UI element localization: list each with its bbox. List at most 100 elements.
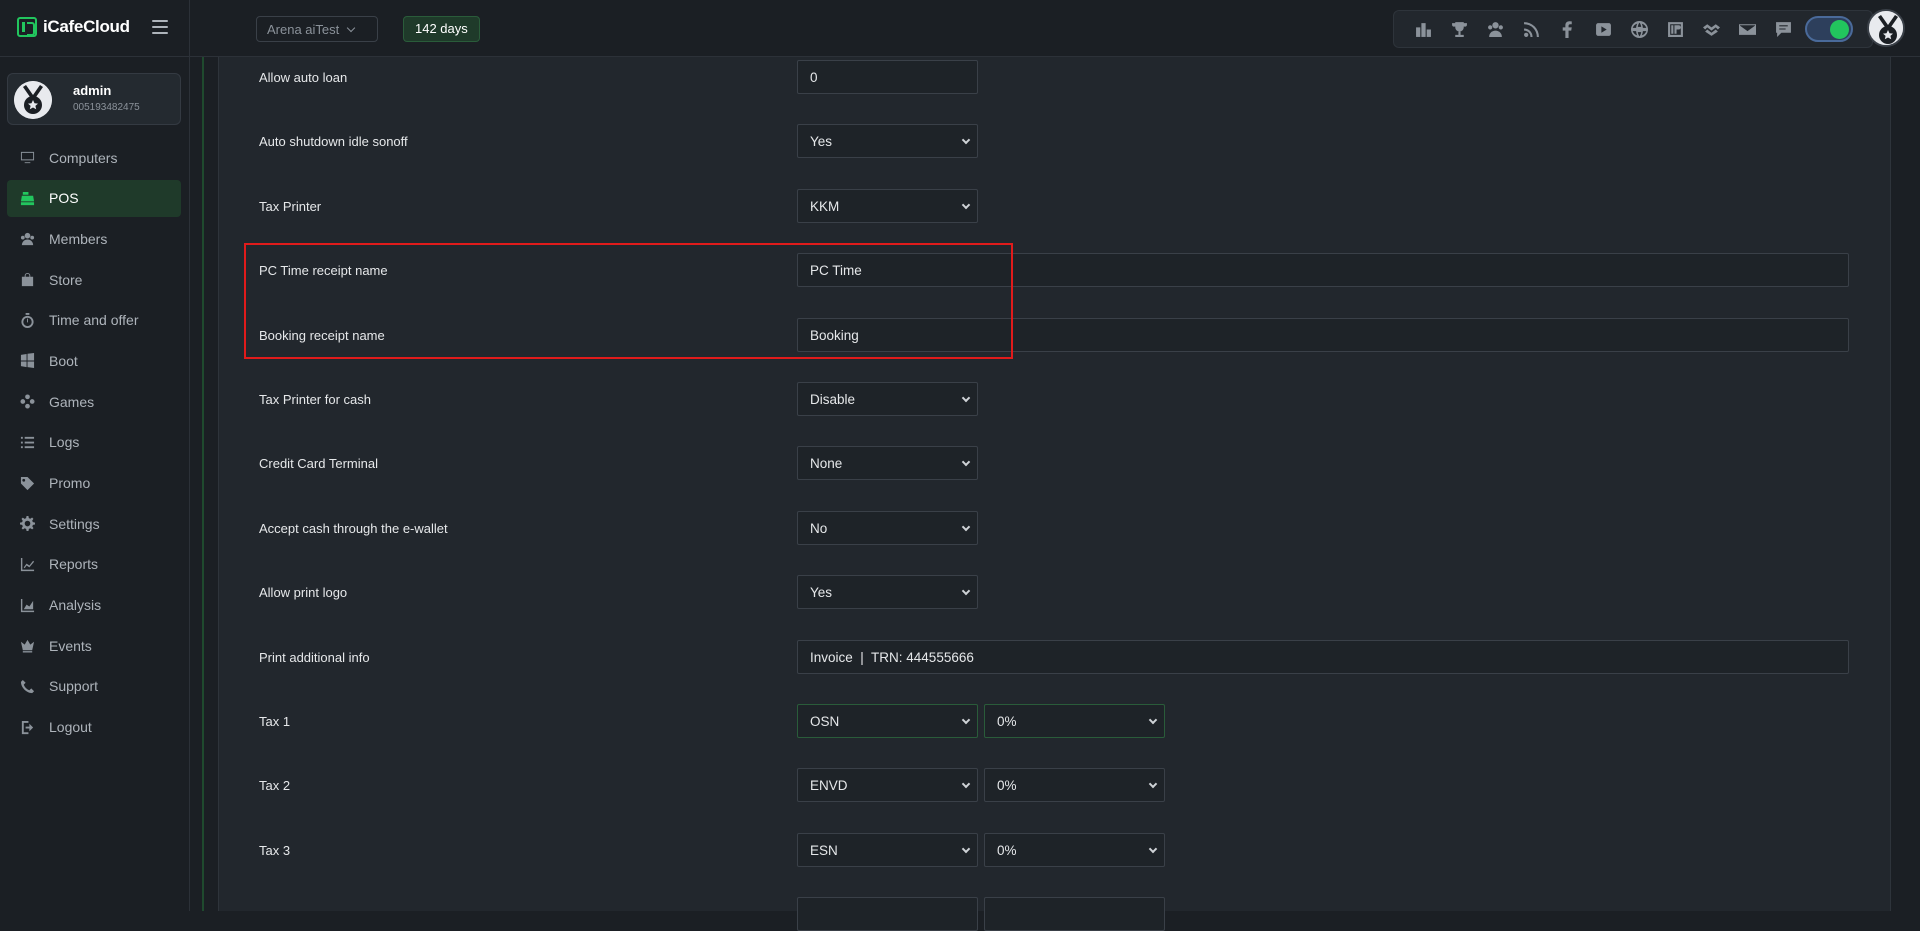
user-card[interactable]: admin 005193482475 [7,73,181,125]
sidebar-item-label: Promo [49,475,91,491]
sidebar-item-computers[interactable]: Computers [7,139,181,176]
tax-3-type-select[interactable]: ESN [797,833,978,867]
monitor-icon [19,150,35,166]
tax-4-rate-select[interactable] [984,897,1165,931]
handshake-icon[interactable] [1693,11,1729,47]
chevron-down-icon [961,393,971,403]
sidebar-item-members[interactable]: Members [7,220,181,257]
chevron-down-icon [961,844,971,854]
sidebar-item-logs[interactable]: Logs [7,424,181,461]
setting-label: Tax 3 [259,843,291,858]
sidebar-item-label: Settings [49,515,100,532]
pc-time-receipt-name-input[interactable]: PC Time [797,253,1849,287]
accept-cash-ewallet-select[interactable]: No [797,511,978,545]
tax-3-rate-select[interactable]: 0% [984,833,1165,867]
sidebar-item-label: Computers [49,149,118,166]
sidebar-item-logout[interactable]: Logout [7,709,181,746]
sidebar-item-settings[interactable]: Settings [7,505,181,542]
sidebar-item-pos[interactable]: POS [7,179,181,217]
mail-icon[interactable] [1729,11,1765,47]
field-value: Disable [810,391,856,407]
chevron-down-icon [961,715,971,725]
chevron-down-icon [347,23,356,32]
users-icon [19,231,35,247]
chevron-down-icon [961,586,971,596]
gamepad-icon [19,394,35,410]
list-icon [19,434,35,450]
allow-auto-loan-input[interactable]: 0 [797,60,978,94]
field-value: 0 [810,69,818,85]
chevron-down-icon [1148,715,1158,725]
logo-icon [17,17,37,37]
setting-label: PC Time receipt name [259,263,388,278]
sidebar-item-label: Boot [49,352,78,369]
sidebar-item-boot[interactable]: Boot [7,342,181,379]
app-name: iCafeCloud [43,17,130,36]
field-value: 0% [997,713,1017,729]
cash-register-icon [19,190,35,206]
tax-1-rate-select[interactable]: 0% [984,704,1165,738]
credit-card-terminal-select[interactable]: None [797,446,978,480]
sidebar-item-analysis[interactable]: Analysis [7,587,181,624]
license-days-badge: 142 days [403,16,480,42]
user-avatar [14,81,52,119]
top-bar: iCafeCloud Arena aiTest 142 days [0,0,1920,57]
sidebar-nav: Computers POS Members Store Time and off… [7,139,181,749]
cafe-selector[interactable]: Arena aiTest [256,16,378,42]
sidebar-item-store[interactable]: Store [7,261,181,298]
tax-printer-cash-select[interactable]: Disable [797,382,978,416]
sidebar-item-events[interactable]: Events [7,627,181,664]
toggle-knob [1830,20,1849,39]
sidebar-item-label: Events [49,637,92,654]
tax-2-type-select[interactable]: ENVD [797,768,978,802]
chat-icon[interactable] [1765,11,1801,47]
crown-icon [19,638,35,654]
setting-label: Allow auto loan [259,70,348,85]
rss-icon[interactable] [1513,11,1549,47]
print-additional-info-input[interactable]: Invoice | TRN: 444555666 [797,640,1849,674]
theme-toggle[interactable] [1805,16,1853,42]
phone-icon [19,678,35,694]
field-value: PC Time [810,262,862,278]
facebook-icon[interactable] [1549,11,1585,47]
profile-avatar[interactable] [1867,9,1905,47]
tax-2-rate-select[interactable]: 0% [984,768,1165,802]
field-value: OSN [810,713,840,729]
app-logo[interactable]: iCafeCloud [17,17,130,37]
tax-printer-select[interactable]: KKM [797,189,978,223]
toolbar-icons [1393,10,1873,48]
logout-icon [19,719,35,735]
field-value: ESN [810,842,838,858]
tax-4-type-select[interactable] [797,897,978,931]
sidebar-item-label: Analysis [49,597,102,614]
user-name: admin [73,83,112,98]
auto-shutdown-select[interactable]: Yes [797,124,978,158]
globe-icon[interactable] [1621,11,1657,47]
sidebar-item-support[interactable]: Support [7,668,181,705]
tax-1-type-select[interactable]: OSN [797,704,978,738]
trophy-icon[interactable] [1441,11,1477,47]
setting-label: Credit Card Terminal [259,456,378,471]
booking-receipt-name-input[interactable]: Booking [797,318,1849,352]
sidebar-item-label: Store [49,271,83,288]
chevron-down-icon [961,522,971,532]
setting-label: Booking receipt name [259,328,385,343]
icafe-icon[interactable] [1657,11,1693,47]
windows-icon [19,353,35,369]
sidebar-item-time-and-offer[interactable]: Time and offer [7,302,181,339]
sidebar-item-promo[interactable]: Promo [7,465,181,502]
area-chart-icon [19,597,35,613]
allow-print-logo-select[interactable]: Yes [797,575,978,609]
group-icon[interactable] [1477,11,1513,47]
rank-icon[interactable] [1405,11,1441,47]
youtube-icon[interactable] [1585,11,1621,47]
sidebar-item-label: Members [49,230,108,247]
sidebar-item-games[interactable]: Games [7,383,181,420]
menu-toggle-icon[interactable] [152,20,168,34]
sidebar-item-reports[interactable]: Reports [7,546,181,583]
field-value: Yes [810,584,833,600]
chevron-down-icon [961,135,971,145]
field-value: None [810,455,843,471]
chevron-down-icon [1148,779,1158,789]
gear-icon [19,516,35,532]
